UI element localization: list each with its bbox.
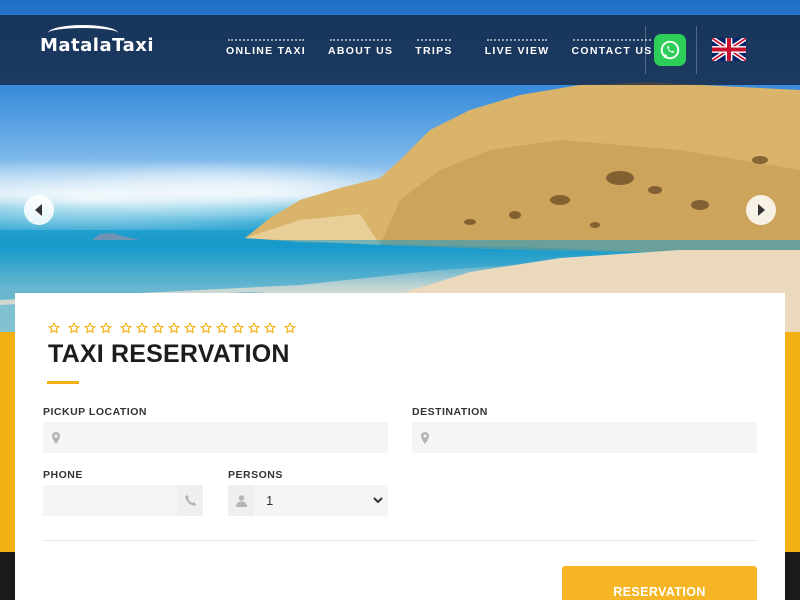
star-icon (68, 322, 80, 334)
nav-menu: ONLINE TAXI ABOUT US TRIPS LIVE VIEW CON… (226, 39, 653, 57)
phone-input[interactable] (51, 485, 171, 516)
phone-field (43, 485, 203, 516)
nav-divider (696, 26, 697, 74)
chevron-right-icon (758, 204, 765, 216)
slider-next-button[interactable] (746, 195, 776, 225)
rating-stars (48, 322, 300, 334)
nav-item-contact-us[interactable]: CONTACT US (571, 39, 652, 57)
user-icon (228, 485, 254, 516)
star-icon (48, 322, 60, 334)
persons-select[interactable]: 1 (262, 485, 386, 516)
nav-item-online-taxi[interactable]: ONLINE TAXI (226, 39, 306, 57)
chevron-left-icon (35, 204, 42, 216)
star-icon (184, 322, 196, 334)
nav-item-about-us[interactable]: ABOUT US (328, 39, 393, 57)
persons-field: 1 (228, 485, 388, 516)
accent-strip-left (0, 332, 15, 552)
form-divider (43, 540, 757, 541)
whatsapp-glyph (660, 40, 680, 60)
nav-item-live-view[interactable]: LIVE VIEW (485, 39, 550, 57)
star-icon (100, 322, 112, 334)
pickup-label: PICKUP LOCATION (43, 406, 147, 418)
star-icon (284, 322, 296, 334)
uk-flag-glyph (710, 36, 748, 63)
star-icon (120, 322, 132, 334)
star-icon (200, 322, 212, 334)
star-icon (168, 322, 180, 334)
phone-icon (177, 485, 203, 516)
pickup-input[interactable] (71, 422, 381, 453)
title-underline (47, 381, 79, 384)
star-icon (232, 322, 244, 334)
star-icon (84, 322, 96, 334)
site-logo[interactable]: MatalaTaxi (40, 35, 154, 56)
star-icon (216, 322, 228, 334)
star-icon (248, 322, 260, 334)
phone-label: PHONE (43, 469, 83, 481)
star-icon (152, 322, 164, 334)
reservation-button[interactable]: RESERVATION (562, 566, 757, 600)
star-icon (264, 322, 276, 334)
reservation-title: TAXI RESERVATION (48, 340, 290, 368)
nav-divider (645, 26, 646, 74)
map-pin-icon (412, 422, 438, 453)
persons-label: PERSONS (228, 469, 283, 481)
accent-strip-right (784, 332, 800, 552)
destination-field (412, 422, 757, 453)
destination-label: DESTINATION (412, 406, 488, 418)
pickup-field (43, 422, 388, 453)
map-pin-icon (43, 422, 69, 453)
star-icon (136, 322, 148, 334)
destination-input[interactable] (440, 422, 750, 453)
uk-flag-icon[interactable] (710, 36, 748, 63)
whatsapp-icon[interactable] (654, 34, 686, 66)
slider-prev-button[interactable] (24, 195, 54, 225)
nav-item-trips[interactable]: TRIPS (415, 39, 452, 57)
